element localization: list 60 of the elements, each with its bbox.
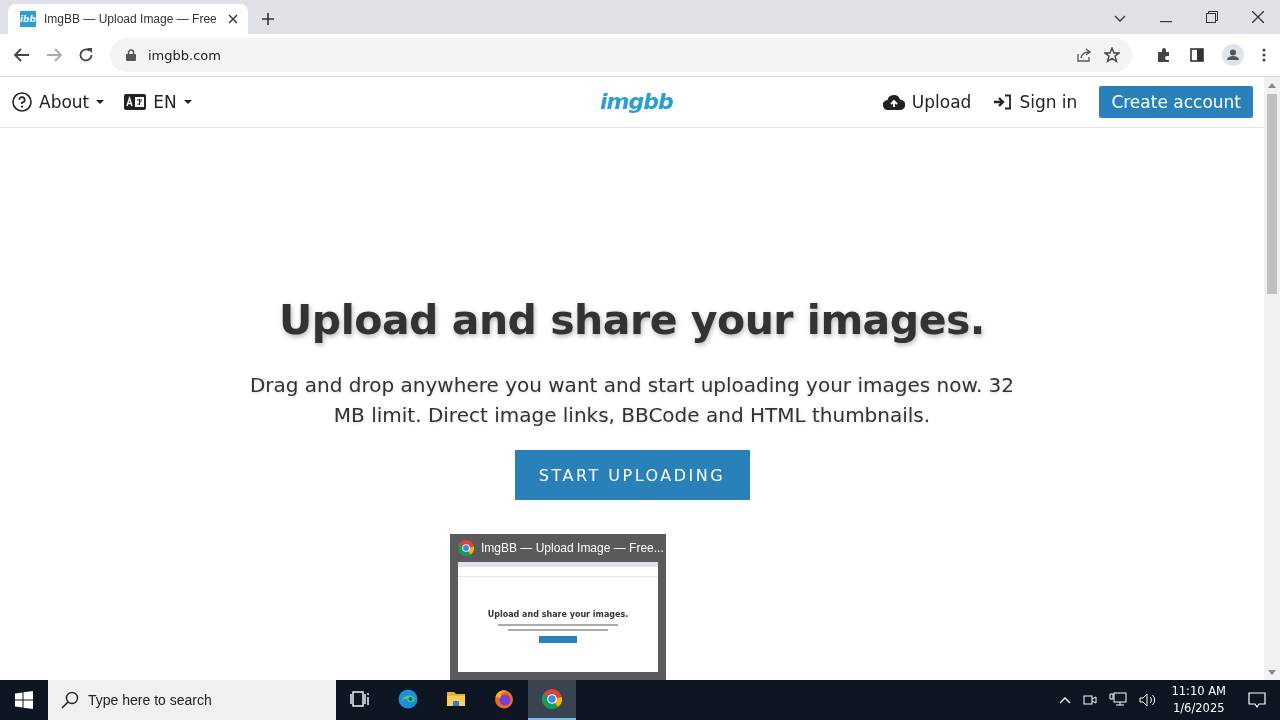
scroll-up-icon[interactable] (1268, 83, 1276, 88)
side-panel-icon[interactable] (1190, 48, 1204, 62)
sign-in-link[interactable]: Sign in (993, 92, 1078, 112)
taskbar-search-field[interactable]: Type here to search (48, 680, 336, 720)
thumbnail-heading: Upload and share your images. (487, 610, 629, 619)
translate-icon (124, 94, 147, 110)
restore-icon[interactable] (1206, 11, 1218, 23)
close-icon[interactable] (1252, 11, 1264, 23)
volume-icon[interactable] (1139, 693, 1158, 707)
scroll-thumb[interactable] (1267, 94, 1277, 294)
create-account-button[interactable]: Create account (1099, 86, 1253, 118)
start-uploading-button[interactable]: START UPLOADING (514, 450, 750, 500)
task-view-icon (350, 689, 370, 709)
share-icon[interactable] (1076, 47, 1092, 63)
notification-icon[interactable] (1248, 692, 1266, 708)
sign-in-icon (993, 94, 1013, 110)
star-icon[interactable] (1104, 47, 1120, 63)
clock-date[interactable]: 1/6/2025 (1172, 700, 1225, 717)
url-text: imgbb.com (148, 47, 221, 63)
upload-link[interactable]: Upload (882, 92, 972, 112)
profile-icon[interactable] (1222, 44, 1244, 66)
language-menu[interactable]: EN (124, 92, 192, 112)
favicon: ibb (20, 11, 36, 27)
about-menu[interactable]: About (12, 92, 105, 112)
close-icon[interactable] (228, 14, 238, 24)
scrollbar[interactable] (1264, 77, 1280, 680)
back-icon[interactable] (14, 48, 30, 62)
forward-icon (46, 48, 62, 62)
taskbar-preview[interactable]: ImgBB — Upload Image — Free... Upload and share your images. (450, 534, 666, 680)
reload-icon[interactable] (78, 47, 94, 63)
browser-tab[interactable]: ibb ImgBB — Upload Image — Free (8, 4, 248, 34)
thumbnail-button (539, 636, 577, 643)
windows-start-icon[interactable] (15, 691, 33, 709)
caret-icon (96, 100, 105, 104)
minimize-icon[interactable] (1160, 21, 1172, 23)
search-icon (61, 691, 79, 709)
taskbar-app[interactable] (528, 680, 576, 720)
preview-title: ImgBB — Upload Image — Free... (481, 541, 664, 555)
cloud-upload-icon (882, 94, 905, 110)
folder-icon (446, 689, 466, 709)
scroll-down-icon[interactable] (1268, 670, 1276, 675)
chevron-down-icon[interactable] (1114, 15, 1126, 23)
lock-icon (126, 49, 136, 61)
camera-icon[interactable] (1083, 693, 1098, 707)
hero-heading: Upload and share your images. (279, 296, 985, 344)
hero-description: Drag and drop anywhere you want and start uploading your images now. 32 MB limit. Direct image links, BBCode and HTML thumbnails. (248, 372, 1016, 429)
caret-icon (183, 100, 192, 104)
edge-icon (398, 689, 418, 709)
new-tab-icon[interactable] (262, 13, 274, 25)
network-icon[interactable] (1109, 692, 1128, 708)
chevron-up-icon[interactable] (1059, 696, 1072, 704)
firefox-icon (494, 689, 514, 709)
clock-time[interactable]: 11:10 AM (1171, 683, 1226, 700)
help-icon (12, 92, 32, 112)
chrome-icon (542, 689, 562, 709)
tab-title: ImgBB — Upload Image — Free (44, 12, 218, 26)
address-bar[interactable]: imgbb.com (110, 38, 1132, 72)
menu-icon[interactable] (1262, 48, 1266, 62)
puzzle-icon[interactable] (1156, 47, 1172, 63)
chrome-icon (458, 540, 474, 556)
